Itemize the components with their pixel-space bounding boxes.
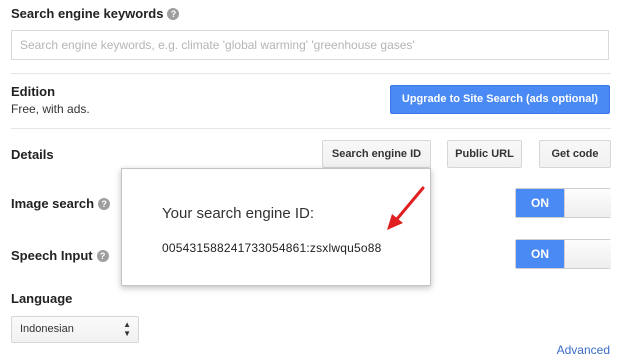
annotation-arrow-icon xyxy=(387,186,425,230)
divider xyxy=(11,73,611,74)
speech-input-toggle[interactable]: ON xyxy=(515,239,611,269)
help-icon[interactable]: ? xyxy=(98,198,111,210)
select-arrows-icon: ▲ ▼ xyxy=(123,320,131,338)
language-label: Language xyxy=(11,291,73,306)
get-code-button[interactable]: Get code xyxy=(539,140,611,168)
upgrade-button[interactable]: Upgrade to Site Search (ads optional) xyxy=(390,85,610,114)
language-select[interactable]: Indonesian ▲ ▼ xyxy=(11,316,139,343)
edition-value: Free, with ads. xyxy=(11,102,90,116)
public-url-button[interactable]: Public URL xyxy=(447,140,522,168)
language-selected-value: Indonesian xyxy=(20,323,74,335)
keywords-label-text: Search engine keywords xyxy=(11,6,164,21)
keywords-input[interactable] xyxy=(11,30,609,60)
help-icon[interactable]: ? xyxy=(167,8,180,20)
edition-label: Edition xyxy=(11,84,56,99)
divider xyxy=(11,128,611,129)
speech-input-label: Speech Input? xyxy=(11,248,109,263)
keywords-label: Search engine keywords? xyxy=(11,6,180,21)
toggle-on-label: ON xyxy=(516,240,564,268)
help-icon[interactable]: ? xyxy=(96,250,109,262)
advanced-link[interactable]: Advanced xyxy=(557,343,610,357)
popup-title: Your search engine ID: xyxy=(162,205,315,222)
details-label: Details xyxy=(11,147,54,162)
toggle-on-label: ON xyxy=(516,189,564,217)
search-engine-id-value: 005431588241733054861:zsxlwqu5o88 xyxy=(162,241,382,255)
image-search-toggle[interactable]: ON xyxy=(515,188,611,218)
image-search-label: Image search? xyxy=(11,196,111,211)
speech-input-label-text: Speech Input xyxy=(11,248,93,263)
search-engine-id-button[interactable]: Search engine ID xyxy=(322,140,431,168)
toggle-knob xyxy=(564,240,611,268)
image-search-label-text: Image search xyxy=(11,196,95,211)
toggle-knob xyxy=(564,189,611,217)
